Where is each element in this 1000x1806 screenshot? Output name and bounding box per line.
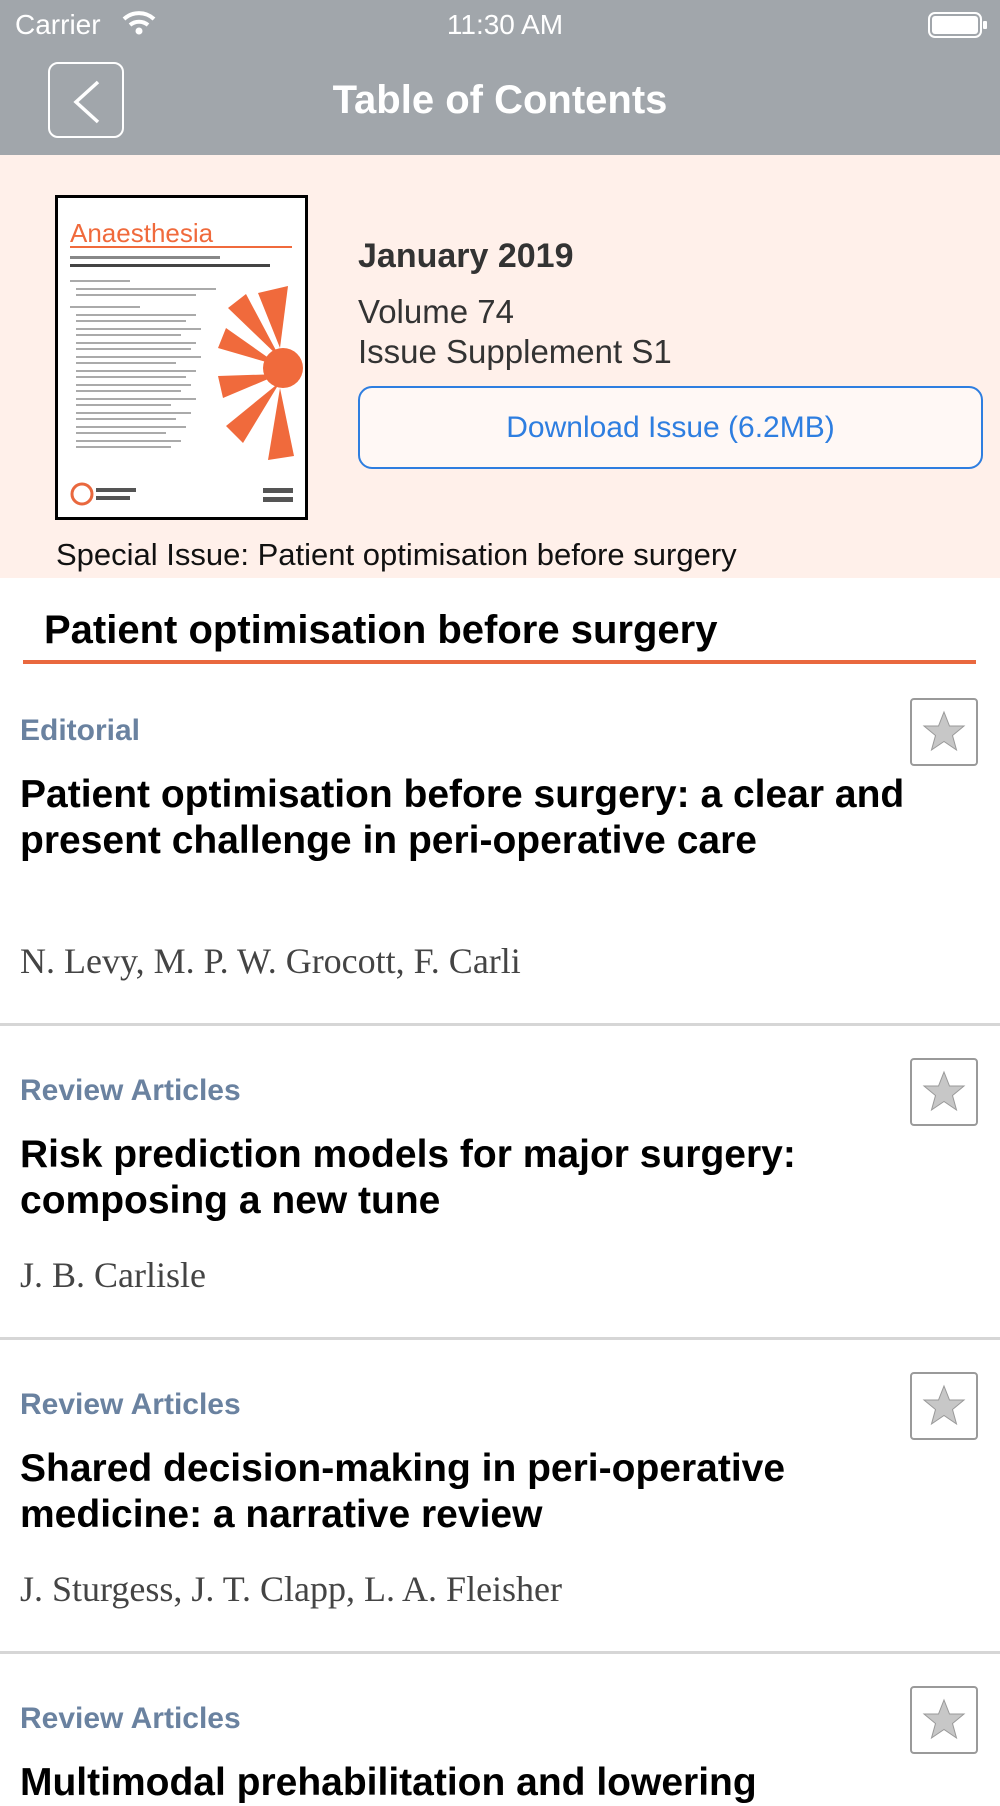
divider xyxy=(0,1023,1000,1026)
favorite-button[interactable] xyxy=(910,698,978,766)
download-issue-button[interactable]: Download Issue (6.2MB) xyxy=(358,386,983,469)
star-icon xyxy=(922,1698,966,1740)
cover-artwork-icon xyxy=(70,246,303,506)
article-title[interactable]: Shared decision-making in peri-operative… xyxy=(20,1446,960,1538)
article-title[interactable]: Risk prediction models for major surgery… xyxy=(20,1132,960,1224)
section-underline xyxy=(23,660,976,664)
star-icon xyxy=(922,1070,966,1112)
favorite-button[interactable] xyxy=(910,1686,978,1754)
navigation-bar: Table of Contents xyxy=(0,50,1000,155)
page-title: Table of Contents xyxy=(332,78,668,122)
favorite-button[interactable] xyxy=(910,1372,978,1440)
star-icon xyxy=(922,710,966,752)
issue-cover-image[interactable]: Anaesthesia xyxy=(55,195,308,520)
article-authors: J. B. Carlisle xyxy=(20,1255,206,1295)
article-type: Editorial xyxy=(20,714,141,747)
star-icon xyxy=(922,1384,966,1426)
article-title[interactable]: Multimodal prehabilitation and lowering xyxy=(20,1760,960,1806)
article-title[interactable]: Patient optimisation before surgery: a c… xyxy=(20,772,960,864)
article-type: Review Articles xyxy=(20,1702,241,1735)
article-authors: N. Levy, M. P. W. Grocott, F. Carli xyxy=(20,941,521,981)
issue-supplement: Issue Supplement S1 xyxy=(358,333,672,370)
battery-icon xyxy=(928,11,988,44)
issue-volume: Volume 74 xyxy=(358,293,514,330)
issue-date: January 2019 xyxy=(358,237,574,275)
special-issue-label: Special Issue: Patient optimisation befo… xyxy=(56,537,737,572)
status-bar: Carrier 11:30 AM xyxy=(0,0,1000,50)
divider xyxy=(0,1651,1000,1654)
divider xyxy=(0,1337,1000,1340)
favorite-button[interactable] xyxy=(910,1058,978,1126)
article-type: Review Articles xyxy=(20,1074,241,1107)
issue-header: Anaesthesia January 2019 Volume 74 Issue… xyxy=(0,155,1000,578)
section-title: Patient optimisation before surgery xyxy=(44,608,718,652)
clock-label: 11:30 AM xyxy=(446,9,564,40)
article-type: Review Articles xyxy=(20,1388,241,1421)
article-authors: J. Sturgess, J. T. Clapp, L. A. Fleisher xyxy=(20,1569,563,1609)
